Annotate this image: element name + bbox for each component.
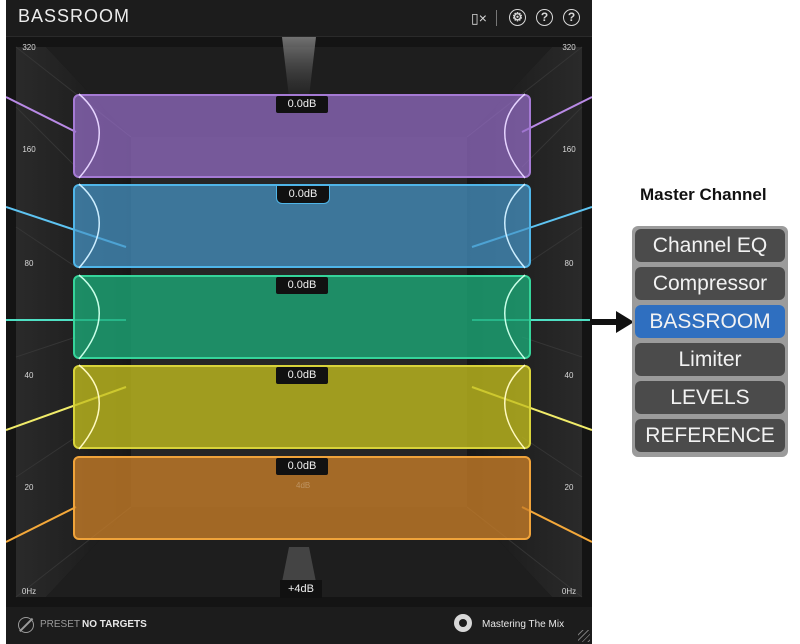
plugin-title-bar: BASSROOM ▯× ⚙ ? ? xyxy=(6,0,592,37)
overall-gain-readout[interactable]: +4dB xyxy=(280,580,322,598)
band-gain-label[interactable]: 0.0dB xyxy=(276,458,328,475)
resize-grip-icon[interactable] xyxy=(578,630,590,642)
question-icon[interactable]: ? xyxy=(563,9,580,26)
mute-icon[interactable]: ▯× xyxy=(468,9,490,27)
bassroom-stage: 320 320 160 160 80 80 40 40 20 20 0Hz 0H… xyxy=(6,37,592,607)
gain-hint: 4dB xyxy=(296,481,311,490)
plugin-footer: PRESET NO TARGETS Mastering The Mix xyxy=(6,607,592,644)
menu-item-reference[interactable]: REFERENCE xyxy=(635,419,785,452)
menu-item-channel-eq[interactable]: Channel EQ xyxy=(635,229,785,262)
band-gain-label[interactable]: 0.0dB xyxy=(276,186,330,204)
no-target-icon[interactable] xyxy=(18,617,34,633)
menu-item-bassroom[interactable]: BASSROOM xyxy=(635,305,785,338)
gear-icon[interactable]: ⚙ xyxy=(509,9,526,26)
axis-label-right: 160 xyxy=(562,145,576,154)
plugin-title: BASSROOM xyxy=(18,6,131,26)
axis-label-left: 160 xyxy=(22,145,36,154)
band-gain-label[interactable]: 0.0dB xyxy=(276,277,328,294)
axis-label-right: 320 xyxy=(562,43,576,52)
axis-label-right: 80 xyxy=(564,259,574,268)
brand-name: Mastering The Mix xyxy=(482,619,565,630)
axis-label-left: 40 xyxy=(24,371,34,380)
help-icon[interactable]: ? xyxy=(536,9,553,26)
menu-item-compressor[interactable]: Compressor xyxy=(635,267,785,300)
arrow-right-icon xyxy=(590,311,634,333)
axis-label-left: 80 xyxy=(24,259,34,268)
preset-selector[interactable]: NO TARGETS xyxy=(82,619,147,630)
master-channel-menu: Channel EQ Compressor BASSROOM Limiter L… xyxy=(632,226,788,457)
axis-label-right: 0Hz xyxy=(561,587,577,596)
master-channel-title: Master Channel xyxy=(640,185,767,204)
axis-label-left: 20 xyxy=(24,483,34,492)
axis-label-right: 20 xyxy=(564,483,574,492)
title-separator xyxy=(496,10,497,26)
band-gain-label[interactable]: 0.0dB xyxy=(276,367,328,384)
band-gain-label[interactable]: 0.0dB xyxy=(276,96,328,113)
menu-item-limiter[interactable]: Limiter xyxy=(635,343,785,376)
brand-logo-icon xyxy=(454,614,472,632)
axis-label-left: 320 xyxy=(22,43,36,52)
axis-label-left: 0Hz xyxy=(21,587,37,596)
menu-item-levels[interactable]: LEVELS xyxy=(635,381,785,414)
bassroom-plugin-window: BASSROOM ▯× ⚙ ? ? 320 320 160 160 80 80 … xyxy=(6,0,592,644)
axis-label-right: 40 xyxy=(564,371,574,380)
preset-label: PRESET xyxy=(40,619,81,630)
